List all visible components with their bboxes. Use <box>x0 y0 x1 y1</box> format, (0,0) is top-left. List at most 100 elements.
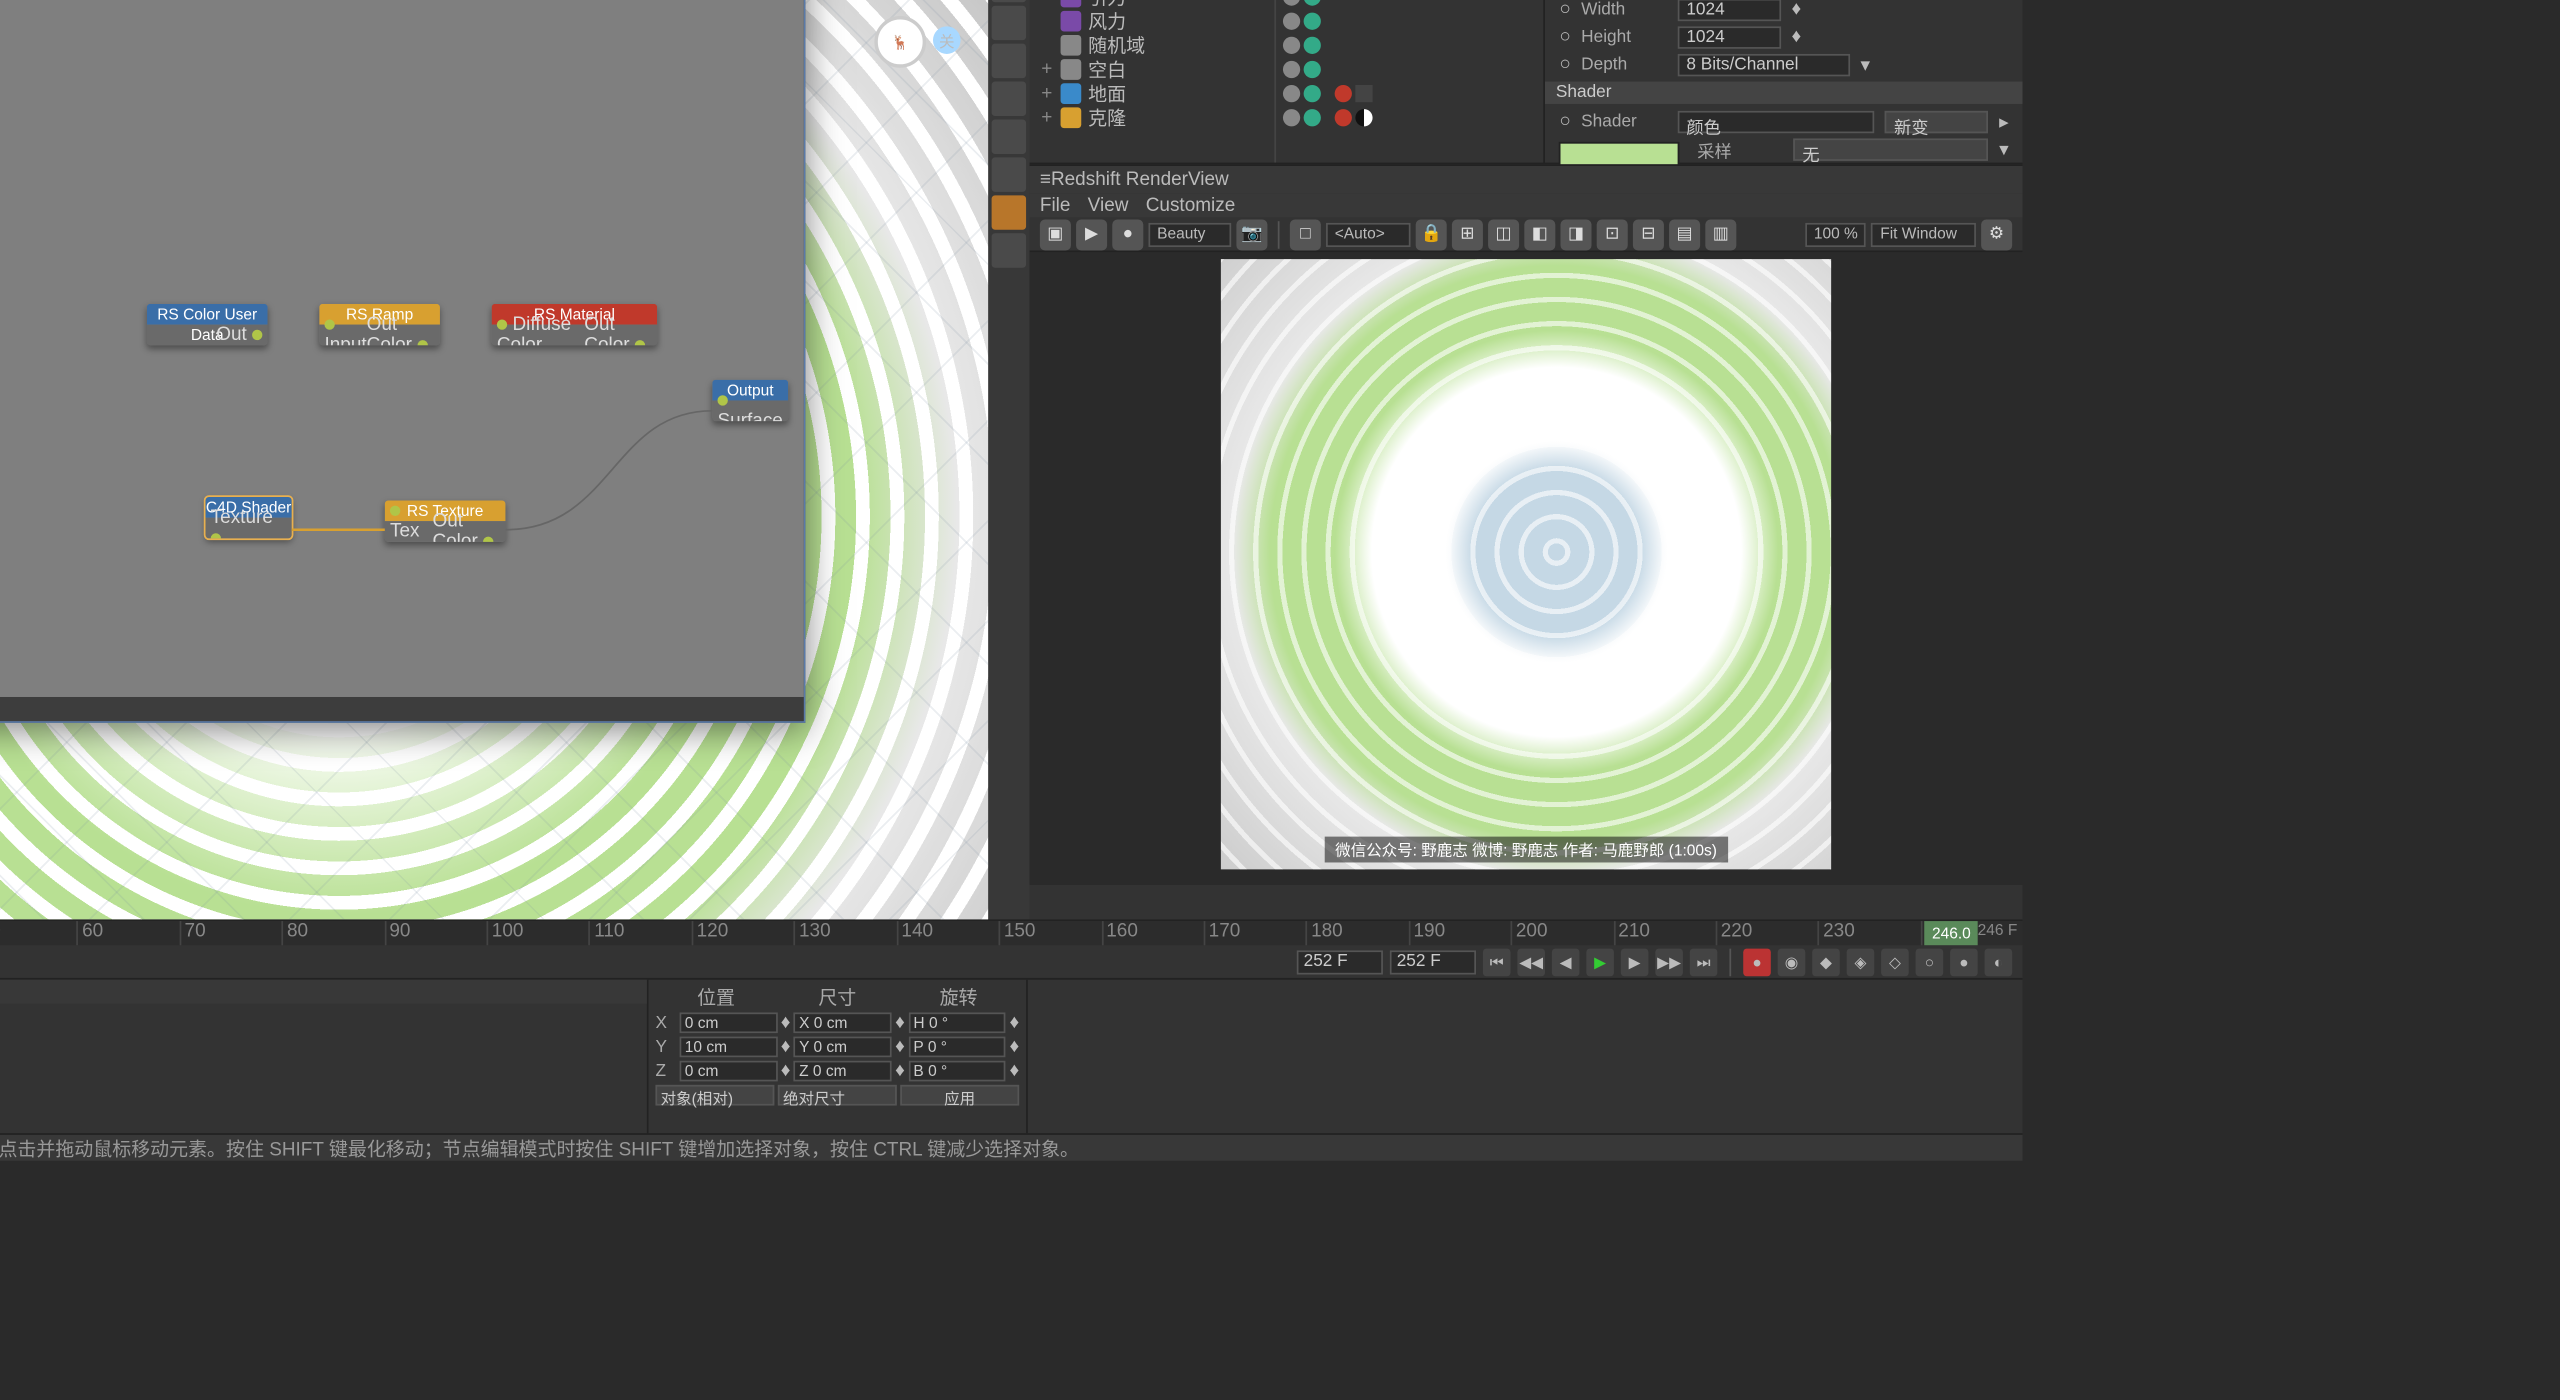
coordinate-manager: 位置 尺寸 旋转 X0 cm♦X 0 cm♦H 0 °♦Y10 cm♦Y 0 c… <box>649 980 1028 1133</box>
rv-3[interactable]: ◨ <box>1561 219 1592 250</box>
object-manager: 文件 编辑 查看 对象 标签 书签 +平面RS Dome Light-消光引力风… <box>1030 0 2023 164</box>
helper-close-icon[interactable]: 关 <box>933 26 961 54</box>
rv-settings-icon[interactable]: ⚙ <box>1981 219 2012 250</box>
attr-height-field[interactable]: 1024 <box>1678 26 1781 48</box>
attr-width-label: Width <box>1581 0 1667 19</box>
sg-statusbar: Ready <box>0 697 804 721</box>
rv-region-icon[interactable]: □ <box>1290 219 1321 250</box>
node-output[interactable]: Output Surface <box>712 380 788 421</box>
coord-hdr-rot: 旋转 <box>898 983 1019 1011</box>
tl-current-field[interactable]: 252 F <box>1297 950 1383 974</box>
tl-play-icon[interactable]: ▶ <box>1586 949 1614 977</box>
tl-prev-icon[interactable]: ◀ <box>1552 949 1580 977</box>
helper-bubble-icon[interactable]: 🦌 <box>874 16 926 68</box>
rv-canvas[interactable]: 微信公众号: 野鹿志 微博: 野鹿志 作者: 马鹿野郎 (1:00s) <box>1030 252 2023 885</box>
attr-shader-label: Shader <box>1581 112 1667 131</box>
tl-key-3[interactable]: ◇ <box>1881 949 1909 977</box>
rv-7[interactable]: ▥ <box>1705 219 1736 250</box>
rv-2[interactable]: ◧ <box>1524 219 1555 250</box>
rv-lock-icon[interactable]: 🔒 <box>1416 219 1447 250</box>
tl-key-1[interactable]: ◆ <box>1812 949 1840 977</box>
coord-hdr-size: 尺寸 <box>777 983 898 1011</box>
rv-title: Redshift RenderView <box>1051 169 1229 190</box>
coord-row-z: Z0 cm♦Z 0 cm♦B 0 °♦ <box>655 1059 1019 1083</box>
tl-step-fwd-icon[interactable]: ▶▶ <box>1655 949 1683 977</box>
rc-5[interactable] <box>992 44 1026 78</box>
rv-snapshot-icon[interactable]: 📷 <box>1236 219 1267 250</box>
material-manager: 创建 编辑 功能 纹理 Cycles 4D RS Mate RS Mate <box>0 980 649 1133</box>
rv-6[interactable]: ▤ <box>1669 219 1700 250</box>
object-row-5[interactable]: 随机域 <box>1030 33 1275 57</box>
rv-menu-file[interactable]: File <box>1040 195 1071 216</box>
rv-5[interactable]: ⊟ <box>1633 219 1664 250</box>
coord-mode2[interactable]: 绝对尺寸 <box>778 1085 897 1106</box>
rc-8[interactable] <box>992 157 1026 191</box>
attr-height-label: Height <box>1581 27 1667 46</box>
rv-1[interactable]: ◫ <box>1488 219 1519 250</box>
node-rs-color-user-data[interactable]: RS Color User Data Out <box>147 304 268 345</box>
object-row-6[interactable]: +空白 <box>1030 57 1275 81</box>
object-row-8[interactable]: +克隆 <box>1030 106 1275 130</box>
object-row-4[interactable]: 风力 <box>1030 9 1275 33</box>
rv-4[interactable]: ⊡ <box>1597 219 1628 250</box>
timeline-playhead[interactable]: 246.0 <box>1925 921 1978 945</box>
redshift-renderview: ≡ Redshift RenderView File View Customiz… <box>1030 164 2023 885</box>
sg-graph-canvas[interactable]: Shader Graph RS Color User Data Out RS R… <box>0 0 804 697</box>
coord-hdr-pos: 位置 <box>655 983 776 1011</box>
rc-7[interactable] <box>992 119 1026 153</box>
attr-depth-field[interactable]: 8 Bits/Channel <box>1678 53 1850 75</box>
tl-goto-start-icon[interactable]: ⏮ <box>1483 949 1511 977</box>
rc-9[interactable] <box>992 195 1026 229</box>
attr-section-shader: Shader <box>1546 82 2023 104</box>
rv-caption: 微信公众号: 野鹿志 微博: 野鹿志 作者: 马鹿野郎 (1:00s) <box>1325 837 1728 863</box>
rv-stop-icon[interactable]: ● <box>1112 219 1143 250</box>
coord-row-y: Y10 cm♦Y 0 cm♦P 0 °♦ <box>655 1035 1019 1059</box>
attr-depth-label: Depth <box>1581 55 1667 74</box>
rv-aov-select[interactable]: Beauty <box>1148 222 1231 246</box>
statusbar: Redshift Error: Material 'RS Material' i… <box>0 1133 2023 1161</box>
rv-zoom-field[interactable]: 100 % <box>1805 222 1866 246</box>
rv-ipr-icon[interactable]: ▶ <box>1076 219 1107 250</box>
attribute-manager: 属性 模式 编辑 用户数据 ← ↑ → C4D Shader Node [C4D… <box>1544 0 2023 163</box>
node-rs-material[interactable]: RS Material Diffuse ColorOut Color <box>492 304 657 345</box>
tl-goto-end-icon[interactable]: ⏭ <box>1690 949 1718 977</box>
tl-next-icon[interactable]: ▶ <box>1621 949 1649 977</box>
rc-10[interactable] <box>992 233 1026 267</box>
coord-row-x: X0 cm♦X 0 cm♦H 0 °♦ <box>655 1011 1019 1035</box>
rv-render-icon[interactable]: ▣ <box>1040 219 1071 250</box>
tl-key-2[interactable]: ◈ <box>1847 949 1875 977</box>
tl-current2-field[interactable]: 252 F <box>1390 950 1476 974</box>
attr-shader-btn[interactable]: 新变 <box>1885 110 1988 132</box>
rv-mode-select[interactable]: <Auto> <box>1326 222 1411 246</box>
tl-key-4[interactable]: ○ <box>1916 949 1944 977</box>
object-row-3[interactable]: 引力 <box>1030 0 1275 9</box>
node-rs-ramp[interactable]: RS Ramp InputOut Color <box>319 304 440 345</box>
node-c4d-shader[interactable]: C4D Shader Texture <box>206 497 292 538</box>
timeline-ruler[interactable]: 0102030405060708090100110120130140150160… <box>0 921 2023 945</box>
shader-graph-window[interactable]: Redshift Shader Graph - RS Material — □ … <box>0 0 805 723</box>
rc-4[interactable] <box>992 6 1026 40</box>
object-row-7[interactable]: +地面 <box>1030 82 1275 106</box>
bottom-spacer <box>1028 980 2023 1133</box>
rv-fit-select[interactable]: Fit Window <box>1872 222 1976 246</box>
coord-mode1[interactable]: 对象(相对) <box>655 1085 774 1106</box>
tl-autokey-icon[interactable]: ◉ <box>1778 949 1806 977</box>
timeline: 0102030405060708090100110120130140150160… <box>0 919 2023 978</box>
tl-step-back-icon[interactable]: ◀◀ <box>1517 949 1545 977</box>
rv-menu-view[interactable]: View <box>1088 195 1129 216</box>
tl-key-6[interactable]: ◐ <box>1985 949 2013 977</box>
rc-6[interactable] <box>992 82 1026 116</box>
rv-menu-customize[interactable]: Customize <box>1146 195 1236 216</box>
rc-3[interactable] <box>992 0 1026 2</box>
rv-render-output: 微信公众号: 野鹿志 微博: 野鹿志 作者: 马鹿野郎 (1:00s) <box>1221 259 1831 869</box>
right-panel-area: 文件 编辑 查看 对象 标签 书签 +平面RS Dome Light-消光引力风… <box>1030 0 2023 919</box>
object-tags-column <box>1275 0 1544 163</box>
attr-width-field[interactable]: 1024 <box>1678 0 1781 20</box>
attr-sample-field[interactable]: 无 <box>1794 138 1989 160</box>
tl-record-icon[interactable]: ● <box>1743 949 1771 977</box>
coord-apply-button[interactable]: 应用 <box>900 1085 1019 1106</box>
node-rs-texture[interactable]: RS Texture Tex 0Out Color <box>385 500 506 541</box>
tl-key-5[interactable]: ● <box>1950 949 1978 977</box>
attr-shader-field[interactable]: 颜色 <box>1678 110 1875 132</box>
rv-grid-icon[interactable]: ⊞ <box>1452 219 1483 250</box>
